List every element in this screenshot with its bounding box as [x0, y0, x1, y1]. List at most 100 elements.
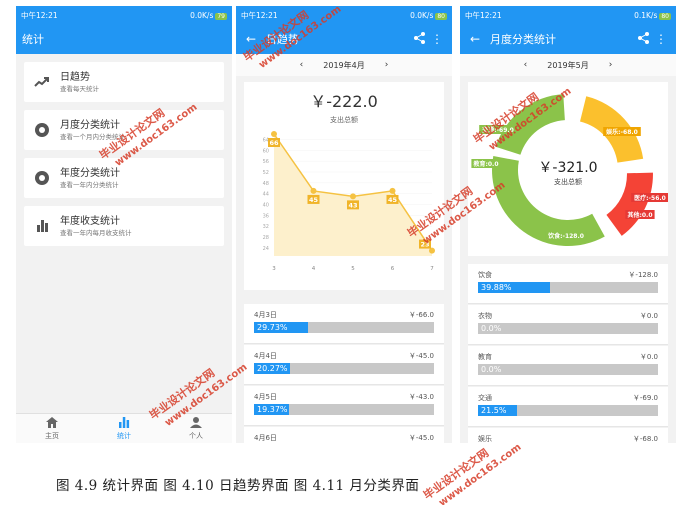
menu-item-yearly-income-expense[interactable]: 年度收支统计 查看一年内每月收支统计 — [24, 206, 224, 246]
menu-item-daily-trend[interactable]: 日趋势 查看每天统计 — [24, 62, 224, 102]
slice-label: 教育:0.0 — [472, 160, 498, 168]
share-icon[interactable] — [634, 31, 652, 47]
progress-percent: 19.37% — [257, 405, 288, 414]
status-bar: 中午12:21 0.0K/s 80 — [236, 6, 452, 24]
slice-label: 医疗:-56.0 — [634, 194, 666, 202]
menu-item-subtitle: 查看每天统计 — [60, 84, 99, 93]
list-item[interactable]: 交通 ￥-69.0 21.5% — [468, 387, 668, 427]
statistics-screen: 中午12:21 0.0K/s 79 统计 日趋势 查看每天统计 月度分类统计 查看… — [16, 6, 232, 443]
month-label: 2019年5月 — [547, 60, 589, 70]
page-title: 月度分类统计 — [490, 33, 556, 46]
slice-label: 其他:0.0 — [627, 211, 652, 219]
item-date: 4月4日 — [254, 352, 277, 360]
x-tick-label: 6 — [391, 266, 395, 272]
menu-item-title: 年度收支统计 — [60, 215, 120, 227]
x-tick-label: 7 — [430, 266, 434, 272]
battery-icon: 79 — [215, 12, 227, 20]
data-label: 66 — [269, 139, 279, 147]
y-tick-label: 44 — [263, 192, 269, 198]
app-bar: ← 日趋势 ⋮ — [236, 24, 452, 54]
item-category: 娱乐 — [478, 435, 492, 443]
status-right: 0.1K/s 80 — [634, 11, 671, 20]
data-point — [271, 131, 277, 137]
y-tick-label: 60 — [263, 148, 269, 154]
progress-percent: 21.5% — [481, 406, 507, 415]
item-date: 4月3日 — [254, 311, 277, 319]
list-item[interactable]: 4月5日 ￥-43.0 19.37% — [244, 386, 444, 426]
item-amount: ￥-45.0 — [408, 434, 434, 442]
progress-percent: 0.0% — [481, 365, 502, 374]
list-item[interactable]: 饮食 ￥-128.0 39.88% — [468, 264, 668, 304]
menu-item-monthly-category[interactable]: 月度分类统计 查看一个月内分类统计 — [24, 110, 224, 150]
total-expense-label: 支出总额 — [330, 116, 358, 124]
menu-item-subtitle: 查看一年内分类统计 — [60, 180, 119, 189]
network-speed: 0.0K/s — [190, 10, 214, 20]
share-icon[interactable] — [410, 31, 428, 47]
more-vert-icon[interactable]: ⋮ — [428, 32, 446, 46]
data-label: 43 — [348, 201, 357, 209]
item-amount: ￥-69.0 — [632, 394, 658, 402]
nav-home[interactable]: 主页 — [16, 414, 88, 443]
battery-icon: 80 — [435, 12, 447, 20]
next-month-chevron-icon[interactable]: › — [385, 60, 389, 70]
list-item[interactable]: 4月3日 ￥-66.0 29.73% — [244, 304, 444, 344]
item-date: 4月5日 — [254, 393, 277, 401]
nav-label: 统计 — [117, 431, 131, 440]
back-arrow-icon[interactable]: ← — [242, 32, 260, 46]
month-label: 2019年4月 — [323, 60, 365, 70]
x-tick-label: 4 — [312, 266, 316, 272]
nav-profile[interactable]: 个人 — [160, 414, 232, 443]
prev-month-chevron-icon[interactable]: ‹ — [300, 60, 304, 70]
menu-item-title: 日趋势 — [60, 71, 90, 83]
data-point — [389, 187, 396, 194]
list-item[interactable]: 4月6日 ￥-45.0 — [244, 427, 444, 443]
trend-chart-card: ￥-222.0 支出总额 24 28 32 36 40 44 48 52 56 60 64 66 3 45… — [244, 82, 444, 290]
more-vert-icon[interactable]: ⋮ — [652, 32, 670, 46]
prev-month-chevron-icon[interactable]: ‹ — [524, 60, 528, 70]
list-item[interactable]: 教育 ￥0.0 0.0% — [468, 346, 668, 386]
progress-percent: 0.0% — [481, 324, 502, 333]
data-label: 45 — [309, 196, 319, 204]
menu-item-subtitle: 查看一年内每月收支统计 — [60, 228, 132, 237]
slice-label: 交通:-69.0 — [482, 126, 514, 134]
x-tick-label: 3 — [272, 266, 276, 272]
y-tick-label: 36 — [263, 213, 269, 219]
list-item[interactable]: 4月4日 ￥-45.0 20.27% — [244, 345, 444, 385]
progress-track: 0.0% — [478, 323, 658, 334]
status-bar: 中午12:21 0.1K/s 80 — [460, 6, 676, 24]
month-selector: ‹ 2019年5月 › — [460, 54, 676, 76]
network-speed: 0.1K/s — [634, 10, 658, 20]
menu-item-title: 月度分类统计 — [60, 119, 120, 131]
item-category: 教育 — [478, 353, 492, 361]
trending-up-icon — [32, 72, 52, 92]
next-month-chevron-icon[interactable]: › — [609, 60, 613, 70]
daily-trend-screen: 中午12:21 0.0K/s 80 ← 日趋势 ⋮ ‹ 2019年4月 › ￥-2… — [236, 6, 452, 443]
progress-track: 21.5% — [478, 405, 658, 416]
nav-statistics[interactable]: 统计 — [88, 414, 160, 443]
back-arrow-icon[interactable]: ← — [466, 32, 484, 46]
bar-chart-icon — [32, 216, 52, 236]
menu-item-subtitle: 查看一个月内分类统计 — [60, 132, 125, 141]
bottom-navigation: 主页 统计 个人 — [16, 413, 232, 443]
y-tick-label: 24 — [263, 246, 269, 252]
item-amount: ￥-45.0 — [408, 352, 434, 360]
app-bar: 统计 — [16, 24, 232, 54]
y-tick-label: 32 — [263, 224, 269, 230]
list-item[interactable]: 娱乐 ￥-68.0 — [468, 428, 668, 443]
slice-label: 娱乐:-68.0 — [606, 128, 638, 136]
slice-label: 饮食:-128.0 — [547, 232, 584, 240]
nav-label: 主页 — [45, 431, 59, 440]
y-tick-label: 28 — [263, 235, 269, 241]
person-icon — [190, 416, 202, 431]
item-amount: ￥0.0 — [639, 353, 658, 361]
menu-item-title: 年度分类统计 — [60, 167, 120, 179]
battery-icon: 80 — [659, 12, 671, 20]
progress-track: 20.27% — [254, 363, 434, 374]
month-selector: ‹ 2019年4月 › — [236, 54, 452, 76]
progress-percent: 39.88% — [481, 283, 512, 292]
data-label: 23 — [420, 241, 429, 249]
list-item[interactable]: 衣物 ￥0.0 0.0% — [468, 305, 668, 345]
home-icon — [46, 416, 58, 431]
menu-item-yearly-category[interactable]: 年度分类统计 查看一年内分类统计 — [24, 158, 224, 198]
page-title: 日趋势 — [266, 33, 299, 46]
